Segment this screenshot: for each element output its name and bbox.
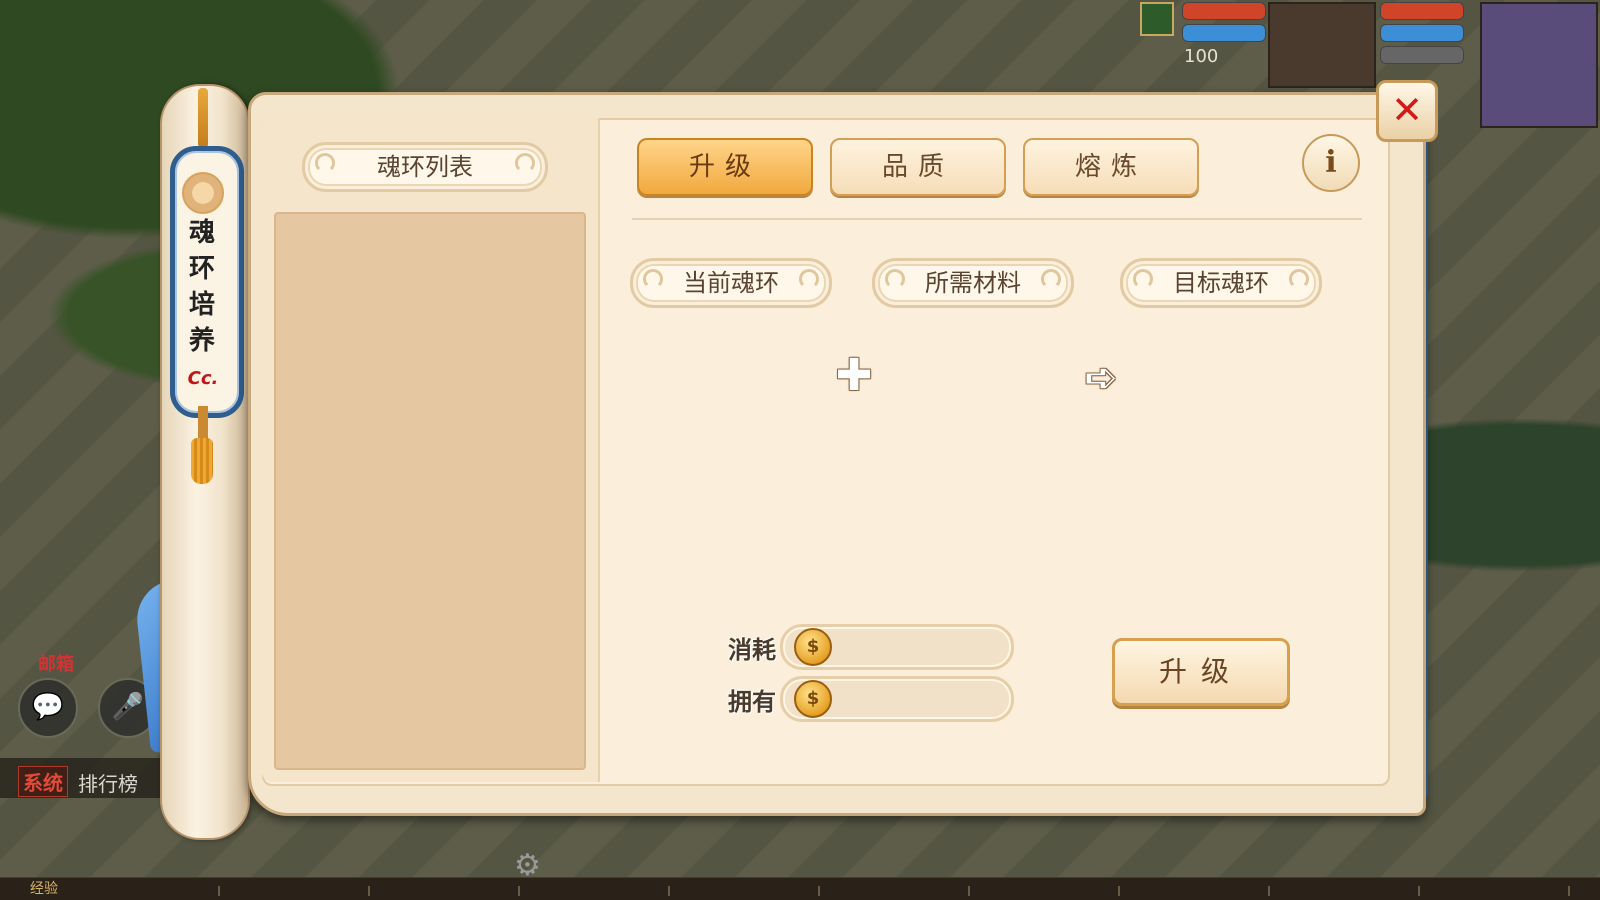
tassel-end <box>191 438 213 484</box>
plaque-ornament-icon <box>182 172 224 214</box>
title-char-1: 魂 <box>188 218 215 248</box>
upgrade-button[interactable]: 升级 <box>1112 638 1290 706</box>
title-char-2: 环 <box>188 254 215 284</box>
pet-status-bars <box>1182 2 1266 46</box>
mailbox-label[interactable]: 邮箱 <box>38 650 74 676</box>
coin-icon: $ <box>794 628 832 666</box>
materials-header: 所需材料 <box>872 258 1074 308</box>
exp-label: 经验 <box>30 881 58 897</box>
chat-message: 排行榜 <box>78 772 138 796</box>
tab-smelt[interactable]: 熔炼 <box>1023 138 1199 196</box>
buff-icon[interactable] <box>1140 2 1174 36</box>
chat-bubble-icon[interactable]: 💬 <box>18 678 78 738</box>
soul-ring-list[interactable] <box>274 212 586 770</box>
coin-icon: $ <box>794 680 832 718</box>
title-char-3: 培 <box>188 290 215 320</box>
pet-level: 100 <box>1184 46 1219 67</box>
tab-quality[interactable]: 品质 <box>830 138 1006 196</box>
tassel-decoration <box>198 88 208 148</box>
plus-icon: ✚ <box>835 350 873 401</box>
system-channel-tag: 系统 <box>18 766 68 797</box>
arrow-right-icon: ➪ <box>1084 355 1118 401</box>
player-status-bars <box>1380 2 1464 68</box>
experience-bar: 经验 <box>0 877 1600 900</box>
own-label: 拥有 <box>728 688 776 716</box>
tab-upgrade[interactable]: 升级 <box>637 138 813 196</box>
consume-label: 消耗 <box>728 636 776 664</box>
divider <box>632 218 1362 220</box>
pet-portrait[interactable] <box>1268 2 1376 88</box>
info-icon[interactable]: i <box>1302 134 1360 192</box>
soul-ring-list-header: 魂环列表 <box>302 142 548 192</box>
title-mark: Cc. <box>187 368 219 389</box>
player-avatar[interactable] <box>1480 2 1598 128</box>
title-char-4: 养 <box>188 326 215 356</box>
close-icon[interactable]: ✕ <box>1376 80 1438 142</box>
target-ring-header: 目标魂环 <box>1120 258 1322 308</box>
current-ring-header: 当前魂环 <box>630 258 832 308</box>
tassel-cord <box>198 406 208 442</box>
